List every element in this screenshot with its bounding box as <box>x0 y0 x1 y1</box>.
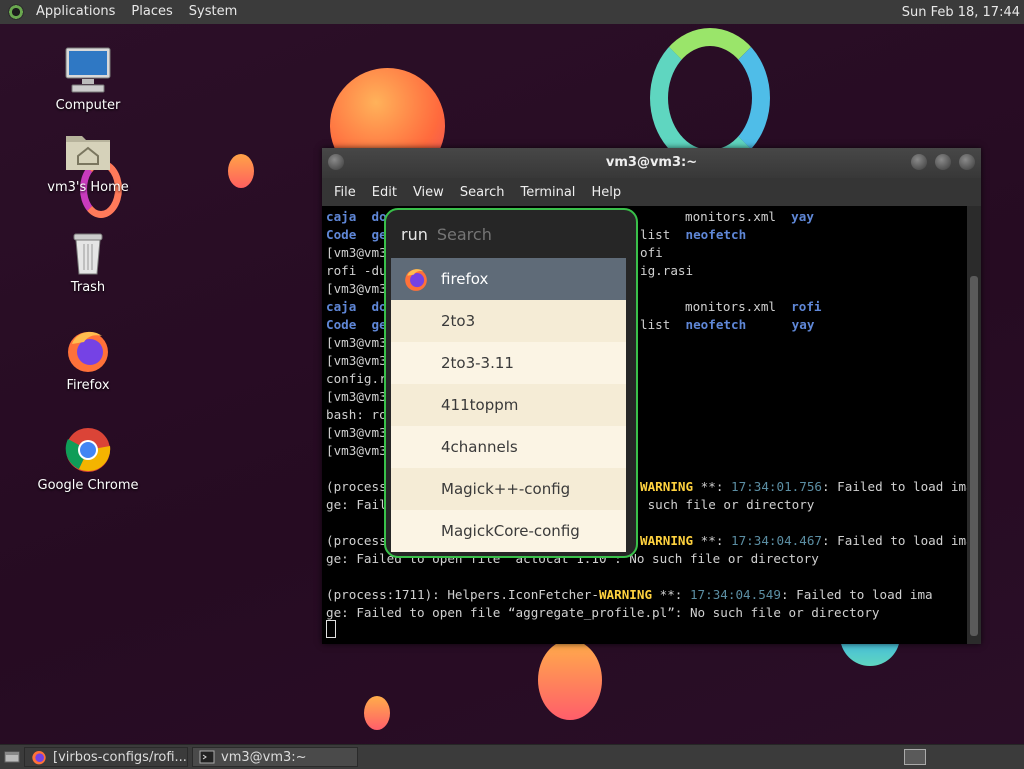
wallpaper-bottom-ball <box>538 640 602 720</box>
menu-places[interactable]: Places <box>123 0 180 24</box>
taskbar-item-terminal[interactable]: vm3@vm3:~ <box>192 747 358 767</box>
home-folder-icon <box>64 128 112 176</box>
terminal-menu-edit[interactable]: Edit <box>364 185 405 200</box>
terminal-line: caja do <box>326 299 387 314</box>
rofi-item-2to3-3.11[interactable]: 2to3-3.11 <box>391 342 626 384</box>
terminal-line: rofi -du <box>326 263 387 278</box>
terminal-line: WARNING **: 17:34:04.467: Failed to load… <box>640 533 967 548</box>
wallpaper-ring <box>650 28 770 168</box>
terminal-line: monitors.xml yay <box>685 209 814 224</box>
terminal-line: list neofetch yay <box>640 317 815 332</box>
rofi-item-411toppm[interactable]: 411toppm <box>391 384 626 426</box>
terminal-menu-file[interactable]: File <box>326 185 364 200</box>
rofi-item-4channels[interactable]: 4channels <box>391 426 626 468</box>
chrome-icon <box>64 426 112 474</box>
scrollbar-thumb[interactable] <box>970 276 978 636</box>
menu-system[interactable]: System <box>181 0 245 24</box>
terminal-menu-terminal[interactable]: Terminal <box>512 185 583 200</box>
top-panel: Applications Places System Sun Feb 18, 1… <box>0 0 1024 25</box>
menu-applications[interactable]: Applications <box>28 0 123 24</box>
terminal-titlebar[interactable]: vm3@vm3:~ <box>322 148 981 178</box>
terminal-line: ig.rasi <box>640 263 694 278</box>
terminal-line: [vm3@vm3 <box>326 353 387 368</box>
workspace-switcher[interactable] <box>904 749 926 765</box>
minimize-icon[interactable] <box>911 154 927 170</box>
computer-icon <box>64 46 112 94</box>
desktop-icon-chrome[interactable]: Google Chrome <box>33 426 143 493</box>
wallpaper-small-ball <box>228 154 254 188</box>
rofi-item-magick-config[interactable]: Magick++-config <box>391 468 626 510</box>
terminal-line: WARNING **: 17:34:01.756: Failed to load… <box>640 479 967 494</box>
rofi-search-input[interactable] <box>436 224 587 244</box>
terminal-line: caja do <box>326 209 387 224</box>
terminal-line: [vm3@vm3 <box>326 281 387 296</box>
terminal-scrollbar[interactable] <box>967 206 981 644</box>
terminal-line: Code ge <box>326 317 387 332</box>
terminal-line: ge: Failed to open file “aggregate_profi… <box>326 605 880 620</box>
desktop-icon-label: Firefox <box>66 378 110 393</box>
terminal-title: vm3@vm3:~ <box>605 155 698 170</box>
terminal-line: ge: Fail <box>326 497 387 512</box>
desktop-icon-firefox[interactable]: Firefox <box>33 326 143 393</box>
rofi-item-label: MagickCore-config <box>441 522 580 540</box>
show-desktop-icon[interactable] <box>0 747 24 767</box>
clock[interactable]: Sun Feb 18, 17:44 <box>902 5 1024 20</box>
terminal-menu-help[interactable]: Help <box>583 185 629 200</box>
terminal-cursor <box>326 620 336 638</box>
desktop-icon-label: Trash <box>70 280 106 295</box>
window-menu-icon[interactable] <box>328 154 344 170</box>
desktop-icon-computer[interactable]: Computer <box>33 46 143 113</box>
rofi-result-list: firefox 2to3 2to3-3.11 411toppm 4channel… <box>391 258 626 552</box>
terminal-line: list neofetch <box>640 227 747 242</box>
terminal-line: [vm3@vm3 <box>326 443 387 458</box>
terminal-line: [vm3@vm3 <box>326 389 387 404</box>
terminal-menu-search[interactable]: Search <box>452 185 513 200</box>
terminal-menu-view[interactable]: View <box>405 185 452 200</box>
terminal-line: [vm3@vm3 <box>326 335 387 350</box>
taskbar-item-firefox[interactable]: [virbos-configs/rofi... <box>24 747 188 767</box>
rofi-item-label: 411toppm <box>441 396 519 414</box>
terminal-icon <box>199 749 215 765</box>
rofi-item-label: 2to3-3.11 <box>441 354 514 372</box>
rofi-item-firefox[interactable]: firefox <box>391 258 626 300</box>
taskbar-item-label: [virbos-configs/rofi... <box>53 749 187 765</box>
rofi-item-label: 4channels <box>441 438 518 456</box>
rofi-item-magickcore-config[interactable]: MagickCore-config <box>391 510 626 552</box>
rofi-item-label: Magick++-config <box>441 480 571 498</box>
wallpaper-bottom-small-ball <box>364 696 390 730</box>
firefox-icon <box>31 749 47 765</box>
rofi-launcher[interactable]: run firefox 2to3 2to3-3.11 411toppm 4cha… <box>384 208 638 558</box>
taskbar-item-label: vm3@vm3:~ <box>221 749 307 765</box>
desktop-icon-label: Google Chrome <box>37 478 139 493</box>
desktop-icon-home[interactable]: vm3's Home <box>33 128 143 195</box>
desktop-icon-label: Computer <box>55 98 121 113</box>
rofi-item-2to3[interactable]: 2to3 <box>391 300 626 342</box>
terminal-line: such file or directory <box>640 497 815 512</box>
terminal-line: (process:1711): Helpers.IconFetcher-WARN… <box>326 587 933 602</box>
terminal-line: monitors.xml rofi <box>685 299 822 314</box>
rofi-input-bar: run <box>386 210 636 258</box>
firefox-icon <box>64 326 112 374</box>
firefox-icon <box>391 258 441 300</box>
maximize-icon[interactable] <box>935 154 951 170</box>
terminal-line: [vm3@vm3 <box>326 245 387 260</box>
rofi-item-label: 2to3 <box>441 312 476 330</box>
terminal-line: config.r <box>326 371 387 386</box>
terminal-line: Code ge <box>326 227 387 242</box>
mate-logo-icon[interactable] <box>8 4 24 20</box>
rofi-item-label: firefox <box>441 270 489 288</box>
terminal-line: (process <box>326 533 387 548</box>
terminal-line: bash: ro <box>326 407 387 422</box>
bottom-panel: [virbos-configs/rofi... vm3@vm3:~ <box>0 744 1024 769</box>
trash-icon <box>64 228 112 276</box>
terminal-menubar: File Edit View Search Terminal Help <box>322 178 981 206</box>
desktop-icon-label: vm3's Home <box>47 180 129 195</box>
rofi-prompt: run <box>401 224 428 244</box>
close-icon[interactable] <box>959 154 975 170</box>
terminal-line: (process <box>326 479 387 494</box>
terminal-line: ofi <box>640 245 663 260</box>
desktop-icon-trash[interactable]: Trash <box>33 228 143 295</box>
terminal-line: [vm3@vm3 <box>326 425 387 440</box>
